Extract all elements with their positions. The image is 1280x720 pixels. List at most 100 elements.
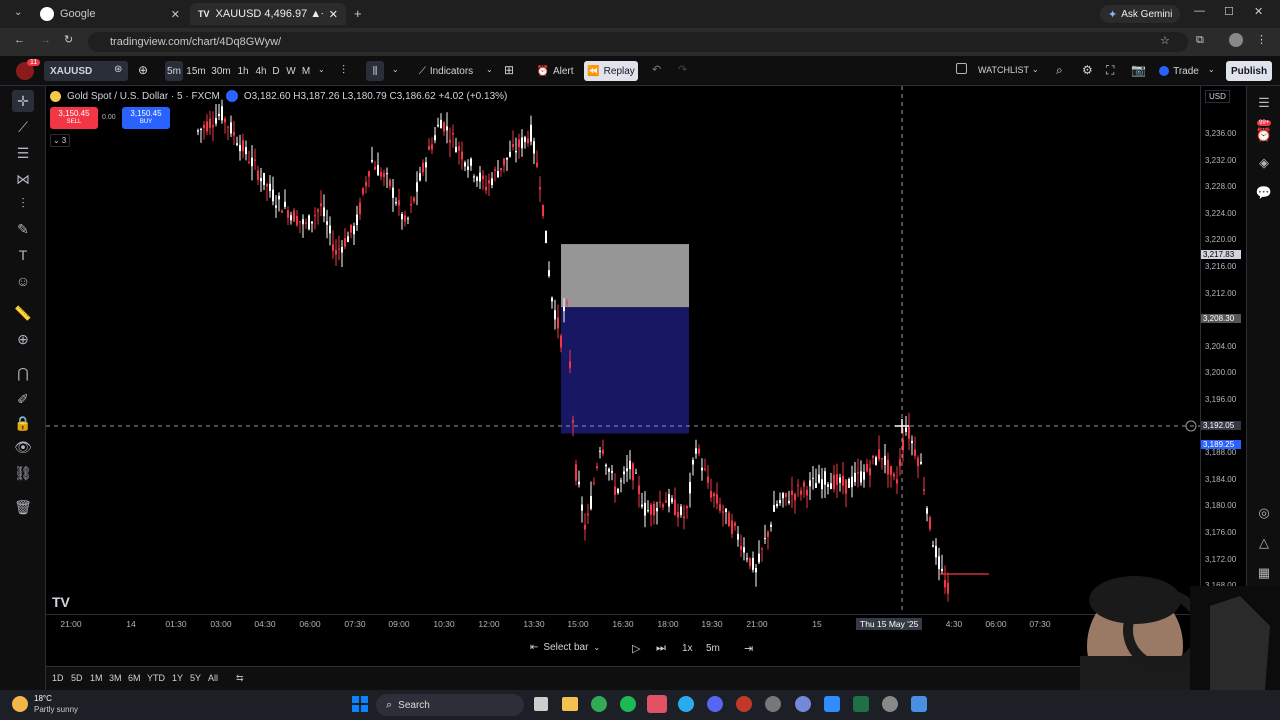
app-icon[interactable]	[647, 695, 667, 713]
range-3m[interactable]: 3M	[109, 673, 122, 683]
search-icon[interactable]: ⌕	[1056, 63, 1063, 78]
chart-pane[interactable]: TV	[46, 86, 1200, 614]
tab-tradingview[interactable]: TV XAUUSD 4,496.97 ▲+3.76% W ✕	[190, 3, 346, 25]
range-5d[interactable]: 5D	[71, 673, 83, 683]
close-window-icon[interactable]: ✕	[1254, 5, 1263, 18]
symbol-settings-icon[interactable]: ⊛	[114, 64, 122, 75]
camera-icon[interactable]: 📷	[1131, 63, 1146, 77]
reload-icon[interactable]: ↻	[64, 33, 73, 46]
date-range-icon[interactable]: ⇆	[236, 673, 244, 684]
task-view-icon[interactable]	[534, 697, 548, 711]
minimize-icon[interactable]: —	[1194, 5, 1205, 17]
watchlist-label[interactable]: WATCHLIST	[978, 65, 1029, 75]
brush-icon[interactable]: ✎	[12, 218, 34, 240]
price-scale[interactable]: USD 3,236.00 3,232.00 3,228.00 3,224.00 3,22…	[1200, 86, 1246, 614]
step-forward-icon[interactable]: ⏭	[656, 642, 666, 655]
interval-5m[interactable]: 5m	[165, 61, 183, 81]
candles-icon[interactable]: ⫼	[366, 61, 384, 81]
close-icon[interactable]: ✕	[171, 8, 180, 21]
select-bar-button[interactable]: ⇤ Select bar ⌄	[530, 642, 600, 653]
excel-icon[interactable]	[853, 696, 869, 712]
forecast-icon[interactable]: ⫶	[12, 192, 34, 214]
replay-speed[interactable]: 1x	[682, 643, 693, 654]
range-1d[interactable]: 1D	[52, 673, 64, 683]
range-6m[interactable]: 6M	[128, 673, 141, 683]
alerts-icon[interactable]: ⏰	[1253, 124, 1275, 146]
trash-icon[interactable]: 🗑	[12, 496, 34, 518]
buy-button[interactable]: 3,150.45 BUY	[122, 107, 170, 129]
indicator-collapse-button[interactable]: ⌄ 3	[50, 134, 70, 147]
interval-1h[interactable]: 1h	[236, 61, 250, 81]
sell-button[interactable]: 3,150.45 SELL	[50, 107, 98, 129]
trendline-icon[interactable]: ⟋	[12, 116, 34, 138]
fullscreen-icon[interactable]: ⛶	[1106, 63, 1114, 78]
replay-button[interactable]: ⏪ Replay	[584, 61, 638, 81]
zoom-in-icon[interactable]: ⊕	[12, 328, 34, 350]
symbol-title[interactable]: Gold Spot / U.S. Dollar · 5 · FXCM	[67, 91, 220, 102]
range-all[interactable]: All	[208, 673, 218, 683]
maximize-icon[interactable]: ☐	[1224, 5, 1234, 18]
layers-icon[interactable]: ◈	[1253, 152, 1275, 174]
trade-button[interactable]: Trade	[1156, 61, 1202, 81]
layouts-icon[interactable]: ⊞	[504, 63, 514, 77]
close-icon[interactable]: ✕	[329, 8, 338, 21]
interval-4h[interactable]: 4h	[254, 61, 268, 81]
app-icon[interactable]	[736, 696, 752, 712]
spotify-icon[interactable]	[620, 696, 636, 712]
tab-google[interactable]: Google ✕	[32, 3, 188, 25]
stay-drawing-icon[interactable]: ✐	[12, 388, 34, 410]
alert-button[interactable]: ⏰ Alert	[532, 61, 578, 81]
indicators-button[interactable]: ⟋ Indicators	[414, 61, 478, 81]
eye-icon[interactable]: 👁	[12, 436, 34, 458]
chevron-down-icon[interactable]: ⌄	[1032, 65, 1039, 74]
lock-icon[interactable]: 🔒	[12, 412, 34, 434]
app-icon[interactable]	[911, 696, 927, 712]
app-icon[interactable]	[795, 696, 811, 712]
profile-avatar[interactable]	[1229, 33, 1243, 47]
range-ytd[interactable]: YTD	[147, 673, 165, 683]
watchlist-icon[interactable]: ☰	[1253, 92, 1275, 114]
weather-temp[interactable]: 18°C	[34, 694, 52, 703]
file-explorer-icon[interactable]	[562, 697, 578, 711]
extensions-icon[interactable]: ⧉	[1196, 34, 1204, 47]
undo-icon[interactable]: ↶	[652, 63, 661, 76]
link-icon[interactable]: ⛓	[12, 462, 34, 484]
publish-button[interactable]: Publish	[1226, 61, 1272, 81]
redo-icon[interactable]: ↷	[678, 63, 687, 76]
forward-icon[interactable]: →	[40, 34, 51, 46]
url-field[interactable]: tradingview.com/chart/4Dq8GWyw/	[88, 32, 1188, 52]
menu-icon[interactable]: ⋮	[1256, 33, 1267, 46]
tab-list-icon[interactable]: ⌄	[14, 7, 22, 18]
back-icon[interactable]: ←	[14, 34, 25, 46]
windows-start-icon[interactable]	[352, 696, 368, 712]
weather-desc[interactable]: Partly sunny	[34, 705, 78, 714]
zoom-icon[interactable]	[824, 696, 840, 712]
range-5y[interactable]: 5Y	[190, 673, 201, 683]
range-1m[interactable]: 1M	[90, 673, 103, 683]
pattern-icon[interactable]: ⋈	[12, 168, 34, 190]
discord-icon[interactable]	[707, 696, 723, 712]
range-1y[interactable]: 1Y	[172, 673, 183, 683]
chrome-icon[interactable]	[591, 696, 607, 712]
chat-icon[interactable]: 💬	[1253, 182, 1275, 204]
replay-interval[interactable]: 5m	[706, 643, 720, 654]
jump-to-realtime-icon[interactable]: ⇥	[744, 642, 753, 655]
chevron-down-icon[interactable]: ⌄	[392, 65, 399, 74]
interval-d[interactable]: D	[271, 61, 281, 81]
ask-gemini-button[interactable]: ✦ Ask Gemini	[1100, 5, 1181, 23]
fib-icon[interactable]: ☰	[12, 142, 34, 164]
chevron-down-icon[interactable]: ⌄	[318, 65, 325, 74]
text-icon[interactable]: T	[12, 244, 34, 266]
chevron-down-icon[interactable]: ⌄	[486, 65, 493, 74]
emoji-icon[interactable]: ☺	[12, 270, 34, 292]
interval-w[interactable]: W	[286, 61, 296, 81]
target-icon[interactable]: ◎	[1253, 502, 1275, 524]
currency-selector[interactable]: USD	[1205, 90, 1230, 103]
app-icon[interactable]	[765, 696, 781, 712]
compare-add-icon[interactable]: ⊕	[138, 63, 148, 77]
interval-15m[interactable]: 15m	[186, 61, 206, 81]
crosshair-icon[interactable]: ✛	[12, 90, 34, 112]
chevron-down-icon[interactable]: ⌄	[1208, 65, 1215, 74]
bookmark-icon[interactable]: ☆	[1160, 34, 1170, 47]
telegram-icon[interactable]	[678, 696, 694, 712]
